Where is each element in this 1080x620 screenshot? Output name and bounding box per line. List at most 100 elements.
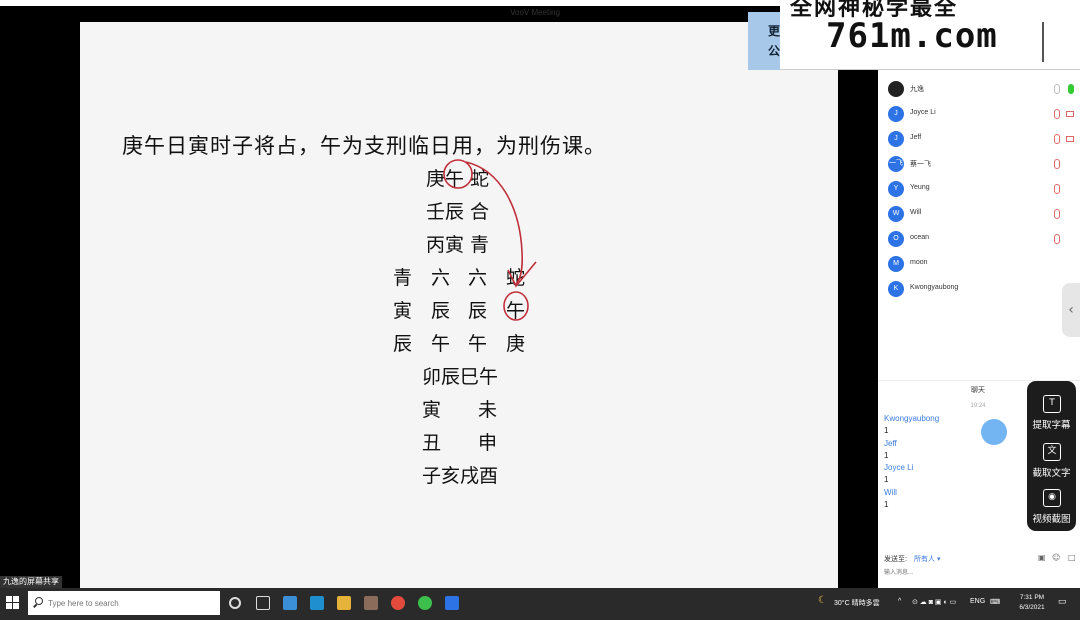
grid-cell: 辰: [431, 300, 451, 322]
send-to-select[interactable]: 所有人 ▾: [914, 554, 940, 564]
heaven-plate-top: 卯辰巳午: [422, 366, 499, 388]
emoji-icon[interactable]: ☺: [1052, 553, 1060, 562]
video-screenshot-button[interactable]: ◉ 视频截图: [1027, 481, 1076, 527]
shared-slide: 庚午日寅时子将占，午为支刑临日用，为刑伤课。 庚午 蛇 壬辰 合 丙寅 青 青 …: [80, 22, 838, 588]
avatar: [888, 81, 904, 97]
mail-icon[interactable]: [283, 596, 297, 610]
search-icon: [35, 597, 43, 605]
language-indicator[interactable]: ENG: [970, 598, 985, 605]
cortana-icon[interactable]: [229, 597, 241, 609]
chat-sender: Joyce Li: [884, 463, 914, 472]
clock-time: 7:31 PM: [1019, 594, 1045, 601]
l-app-icon[interactable]: [310, 596, 324, 610]
participant-list: 九逸 J Joyce Li J Jeff 一飞 蔡一飞 Y Yeung W Wi…: [878, 70, 1080, 380]
grid-cell: 六: [431, 267, 451, 289]
grid-cell: 辰: [393, 333, 413, 355]
file-icon[interactable]: ▣: [1038, 553, 1046, 562]
chrome-icon[interactable]: [391, 596, 405, 610]
grid-cell: 辰: [468, 300, 488, 322]
windows-start-icon[interactable]: [6, 596, 20, 610]
participant-row[interactable]: 一飞 蔡一飞: [878, 153, 1080, 177]
collapse-panel-handle[interactable]: ‹: [1062, 283, 1080, 337]
file-explorer-icon[interactable]: [337, 596, 351, 610]
grid-cell: 蛇: [506, 267, 526, 289]
search-input[interactable]: [48, 596, 214, 610]
heaven-plate-cell: 丑: [422, 432, 442, 454]
participant-name: Yeung: [910, 184, 930, 191]
weather-icon: ☾: [818, 595, 827, 606]
participant-row[interactable]: W Will: [878, 203, 1080, 227]
extract-subtitle-button[interactable]: T 提取字幕: [1027, 387, 1076, 433]
participant-name: moon: [910, 259, 928, 266]
wechat-icon[interactable]: [418, 596, 432, 610]
participant-name: ocean: [910, 234, 930, 241]
keyboard-icon[interactable]: ⌨: [990, 598, 1000, 606]
participant-row[interactable]: 九逸: [878, 78, 1080, 102]
heaven-plate-cell: 寅: [422, 399, 442, 421]
tray-icons[interactable]: ⊙ ☁ ◙ ▣ ◐ ▭: [912, 598, 956, 606]
grid-cell: 午: [468, 333, 488, 355]
avatar: O: [888, 231, 904, 247]
banner-text-1: 更: [768, 24, 781, 38]
participant-row[interactable]: J Joyce Li: [878, 103, 1080, 127]
mic-muted-icon[interactable]: [1054, 234, 1060, 244]
weather-text[interactable]: 30°C 晴時多雲: [834, 598, 880, 608]
grid-cell: 六: [468, 267, 488, 289]
camera-off-icon[interactable]: [1066, 136, 1074, 142]
taskbar: ☾ 30°C 晴時多雲 ^ ⊙ ☁ ◙ ▣ ◐ ▭ ENG ⌨ 7:31 PM …: [0, 588, 1080, 620]
mic-muted-icon[interactable]: [1054, 184, 1060, 194]
avatar: Y: [888, 181, 904, 197]
mic-icon[interactable]: [1054, 84, 1060, 94]
clock[interactable]: 7:31 PM 6/3/2021: [1012, 593, 1052, 613]
grid-cell: 青: [393, 267, 413, 289]
participant-name: Joyce Li: [910, 109, 936, 116]
mic-muted-icon[interactable]: [1054, 109, 1060, 119]
chat-message: 1: [884, 426, 889, 435]
taskbar-search[interactable]: [28, 591, 220, 615]
voov-meeting-icon[interactable]: [445, 596, 459, 610]
heaven-plate-bottom: 子亥戌酉: [422, 465, 499, 487]
watermark-divider: [1042, 22, 1044, 62]
chat-input[interactable]: [884, 567, 1024, 579]
app-title: VooV Meeting: [510, 8, 560, 17]
heaven-plate-cell: 未: [478, 399, 498, 421]
banner-text-2: 公: [768, 44, 781, 58]
watermark: 全网神秘学最全 761m.com: [780, 0, 1080, 70]
grid-cell: 午: [431, 333, 451, 355]
watermark-url: 761m.com: [826, 16, 998, 56]
screenshot-icon[interactable]: □: [1068, 553, 1076, 562]
tool-label: 提取字幕: [1032, 420, 1071, 431]
screen-share-label: 九逸的屏幕共享: [0, 576, 62, 588]
camera-off-icon[interactable]: [1066, 111, 1074, 117]
participant-name: 蔡一飞: [910, 161, 931, 168]
chat-message: 1: [884, 451, 889, 460]
avatar: 一飞: [888, 156, 904, 172]
slide-title: 庚午日寅时子将占，午为支刑临日用，为刑伤课。: [122, 134, 606, 158]
tool-palette: T 提取字幕 文 截取文字 ◉ 视频截图: [1027, 381, 1076, 531]
chat-message: 1: [884, 475, 889, 484]
capture-text-button[interactable]: 文 截取文字: [1027, 435, 1076, 481]
stem-row-1: 庚午 蛇: [426, 168, 490, 190]
participant-row[interactable]: K Kwongyaubong: [878, 278, 1080, 302]
app-icon[interactable]: [364, 596, 378, 610]
stem-row-3: 丙寅 青: [426, 234, 490, 256]
mic-muted-icon[interactable]: [1054, 134, 1060, 144]
avatar: J: [888, 131, 904, 147]
floating-ball-icon[interactable]: [981, 419, 1007, 445]
participant-row[interactable]: M moon: [878, 253, 1080, 277]
mic-muted-icon[interactable]: [1054, 159, 1060, 169]
notification-icon[interactable]: ▭: [1058, 596, 1067, 607]
tray-chevron-icon[interactable]: ^: [898, 598, 901, 605]
mic-muted-icon[interactable]: [1054, 209, 1060, 219]
task-view-icon[interactable]: [256, 596, 270, 610]
participant-row[interactable]: J Jeff: [878, 128, 1080, 152]
participant-row[interactable]: Y Yeung: [878, 178, 1080, 202]
clock-date: 6/3/2021: [1019, 604, 1045, 611]
heaven-plate-cell: 申: [478, 432, 498, 454]
grid-cell: 寅: [393, 300, 413, 322]
participant-name: Will: [910, 209, 922, 216]
participant-row[interactable]: O ocean: [878, 228, 1080, 252]
avatar: W: [888, 206, 904, 222]
text-extract-icon: T: [1043, 395, 1061, 413]
grid-cell: 午: [506, 300, 526, 322]
